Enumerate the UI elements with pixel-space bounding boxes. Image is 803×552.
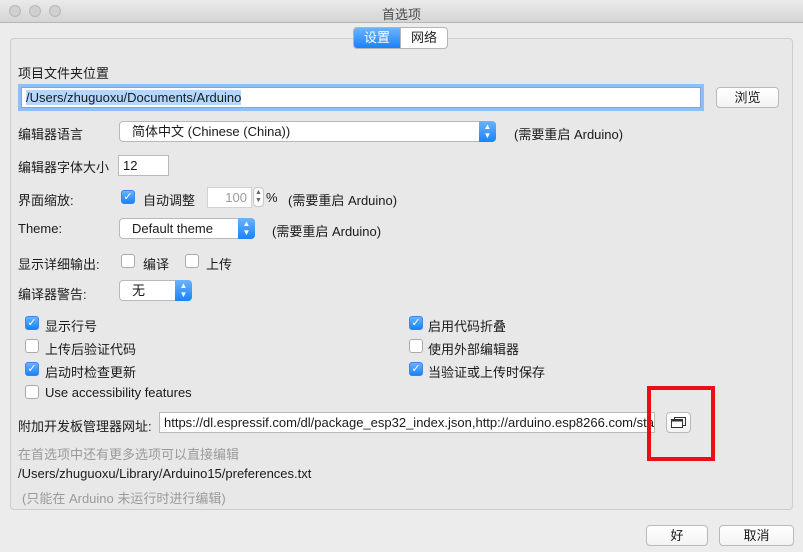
- line-numbers-label: 显示行号: [45, 319, 98, 334]
- theme-value: Default theme: [132, 221, 213, 236]
- external-editor-checkbox[interactable]: [409, 339, 423, 353]
- theme-restart-note: (需要重启 Arduino): [272, 224, 382, 239]
- code-folding-label: 启用代码折叠: [428, 319, 507, 334]
- warnings-label: 编译器警告:: [18, 287, 87, 302]
- edit-note: (只能在 Arduino 未运行时进行编辑): [22, 491, 226, 506]
- board-urls-field[interactable]: https://dl.espressif.com/dl/package_esp3…: [159, 412, 655, 433]
- save-on-verify-label: 当验证或上传时保存: [428, 365, 546, 380]
- checkmark-icon: ✓: [27, 317, 37, 329]
- title-bar: 首选项: [0, 0, 803, 23]
- browse-button[interactable]: 浏览: [716, 87, 779, 108]
- language-select[interactable]: 简体中文 (Chinese (China)) ▲ ▼: [119, 121, 496, 142]
- checkmark-icon: ✓: [411, 317, 421, 329]
- ok-button[interactable]: 好: [646, 525, 708, 546]
- more-prefs-hint: 在首选项中还有更多选项可以直接编辑: [18, 447, 240, 462]
- sketchbook-label: 项目文件夹位置: [18, 66, 110, 81]
- checkmark-icon: ✓: [27, 363, 37, 375]
- code-folding-checkbox[interactable]: ✓: [409, 316, 423, 330]
- window-title: 首选项: [381, 7, 421, 22]
- sketchbook-path-field[interactable]: /Users/zhuguoxu/Documents/Arduino: [21, 87, 701, 108]
- checkmark-icon: ✓: [123, 191, 133, 203]
- auto-scale-label: 自动调整: [143, 193, 196, 208]
- accessibility-label: Use accessibility features: [45, 385, 192, 400]
- warnings-value: 无: [132, 283, 146, 298]
- language-label: 编辑器语言: [18, 127, 84, 142]
- scale-label: 界面缩放:: [18, 193, 74, 208]
- verbose-label: 显示详细输出:: [18, 257, 100, 272]
- percent-sign: %: [266, 190, 278, 205]
- chevron-updown-icon: ▲ ▼: [238, 218, 255, 239]
- font-size-label: 编辑器字体大小: [18, 160, 110, 175]
- warnings-select[interactable]: 无 ▲ ▼: [119, 280, 192, 301]
- verbose-compile-checkbox[interactable]: [121, 254, 135, 268]
- sketchbook-path-text: /Users/zhuguoxu/Documents/Arduino: [26, 90, 242, 105]
- line-numbers-checkbox[interactable]: ✓: [25, 316, 39, 330]
- save-on-verify-checkbox[interactable]: ✓: [409, 362, 423, 376]
- checkmark-icon: ✓: [411, 363, 421, 375]
- accessibility-checkbox[interactable]: [25, 385, 39, 399]
- external-editor-label: 使用外部编辑器: [428, 342, 520, 357]
- cancel-button[interactable]: 取消: [719, 525, 794, 546]
- tab-network[interactable]: 网络: [400, 28, 447, 48]
- check-updates-label: 启动时检查更新: [45, 365, 137, 380]
- language-restart-note: (需要重启 Arduino): [514, 127, 624, 142]
- preferences-file-path: /Users/zhuguoxu/Library/Arduino15/prefer…: [18, 466, 312, 481]
- theme-select[interactable]: Default theme ▲ ▼: [119, 218, 255, 239]
- verify-upload-label: 上传后验证代码: [45, 342, 137, 357]
- tab-settings[interactable]: 设置: [354, 28, 401, 48]
- check-updates-checkbox[interactable]: ✓: [25, 362, 39, 376]
- tab-bar: 设置 网络: [353, 27, 449, 49]
- verify-upload-checkbox[interactable]: [25, 339, 39, 353]
- verbose-upload-checkbox[interactable]: [185, 254, 199, 268]
- verbose-compile-label: 编译: [143, 257, 170, 272]
- verbose-upload-label: 上传: [206, 257, 233, 272]
- chevron-updown-icon: ▲ ▼: [175, 280, 192, 301]
- auto-scale-checkbox[interactable]: ✓: [121, 190, 135, 204]
- font-size-field[interactable]: 12: [118, 155, 169, 176]
- scale-stepper[interactable]: ▲ ▼: [253, 187, 264, 207]
- chevron-updown-icon: ▲ ▼: [479, 121, 496, 142]
- board-urls-label: 附加开发板管理器网址:: [18, 419, 152, 434]
- scale-restart-note: (需要重启 Arduino): [288, 193, 398, 208]
- language-value: 简体中文 (Chinese (China)): [132, 124, 291, 139]
- scale-percent-field[interactable]: 100: [207, 187, 252, 208]
- highlight-box: [647, 386, 715, 461]
- theme-label: Theme:: [18, 221, 63, 236]
